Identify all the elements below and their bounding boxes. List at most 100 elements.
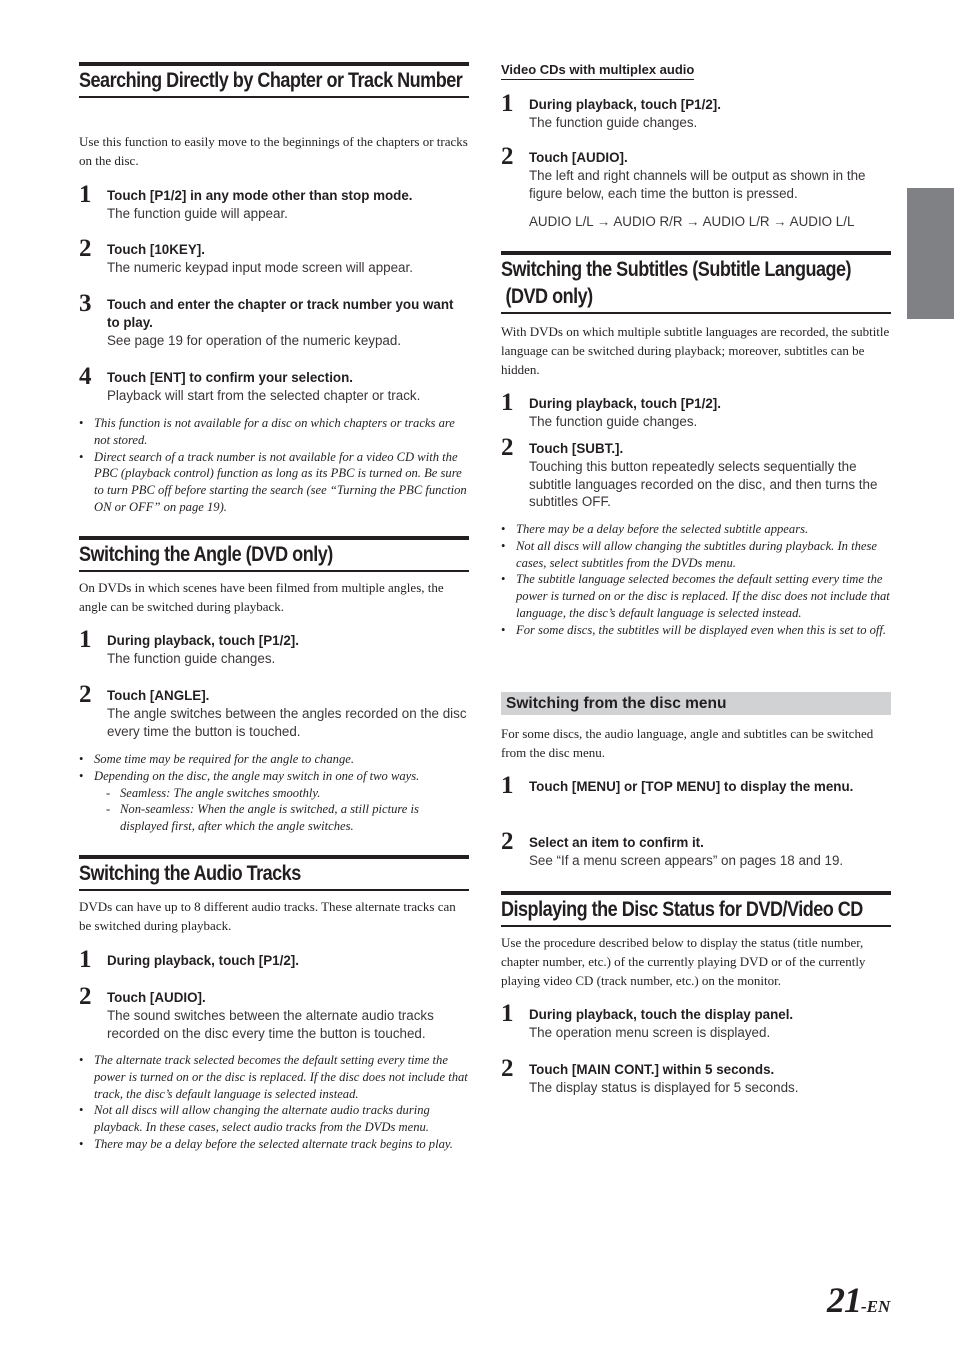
note-text: Direct search of a track number is not a… bbox=[94, 449, 467, 514]
step-description: The function guide changes. bbox=[529, 115, 698, 130]
step-item: 1 Touch [MENU] or [TOP MENU] to display … bbox=[501, 772, 891, 799]
step-number: 2 bbox=[79, 983, 92, 1010]
section-heading-disc-status: Displaying the Disc Status for DVD/Video… bbox=[501, 891, 891, 927]
note-item: • There may be a delay before the selecte… bbox=[501, 521, 891, 538]
section-intro: With DVDs on which multiple subtitle lan… bbox=[501, 324, 890, 377]
step-number: 1 bbox=[79, 626, 92, 653]
step-number: 1 bbox=[501, 90, 514, 117]
note-text: Not all discs will allow changing the su… bbox=[516, 538, 877, 570]
step-description: Playback will start from the selected ch… bbox=[107, 388, 421, 403]
section-heading-text: Switching the Subtitles (Subtitle Langua… bbox=[501, 258, 852, 281]
bullet-icon: • bbox=[79, 416, 84, 430]
note-item: • Some time may be required for the angle… bbox=[79, 751, 469, 768]
step-description: See “If a menu screen appears” on pages … bbox=[529, 853, 844, 868]
step-description: See page 19 for operation of the numeric… bbox=[107, 333, 402, 348]
step-item: 2 Touch [AUDIO]. The left and right chan… bbox=[501, 143, 891, 202]
note-item: • Not all discs will allow changing the s… bbox=[501, 538, 891, 572]
bullet-icon: • bbox=[501, 572, 506, 587]
section-intro: Use this function to easily move to the … bbox=[79, 134, 468, 168]
step-item: 1 During playback, touch [P1/2]. The fun… bbox=[79, 626, 469, 668]
step-item: 1 During playback, touch [P1/2]. bbox=[79, 946, 469, 973]
step-item: 1 During playback, touch [P1/2]. The fun… bbox=[501, 389, 891, 431]
step-number: 2 bbox=[79, 681, 92, 708]
section-heading-text: Switching the Angle (DVD only) bbox=[79, 543, 333, 566]
step-title: Touch [MENU] or [TOP MENU] to display th… bbox=[529, 779, 854, 794]
note-text: The subtitle language selected becomes t… bbox=[516, 572, 890, 620]
subheading-disc-menu: Switching from the disc menu bbox=[501, 692, 891, 715]
section-heading-text: Searching Directly by Chapter or Track N… bbox=[79, 69, 463, 92]
note-item: • The subtitle language selected becomes … bbox=[501, 571, 891, 621]
chapter-side-tab bbox=[907, 188, 954, 319]
section-intro: For some discs, the audio language, angl… bbox=[501, 726, 874, 760]
step-title: During playback, touch [P1/2]. bbox=[529, 396, 721, 411]
note-item: • The alternate track selected becomes th… bbox=[79, 1052, 469, 1102]
notes-list: • The alternate track selected becomes th… bbox=[79, 1052, 469, 1153]
step-number: 2 bbox=[501, 434, 514, 461]
step-number: 1 bbox=[79, 946, 92, 973]
step-title: Touch [SUBT.]. bbox=[529, 441, 624, 456]
bullet-icon: • bbox=[79, 1053, 84, 1067]
bullet-icon: • bbox=[501, 522, 506, 536]
note-item: • Direct search of a track number is not … bbox=[79, 449, 469, 516]
step-number: 1 bbox=[501, 1000, 514, 1027]
step-description: Touching this button repeatedly selects … bbox=[529, 459, 878, 509]
section-heading-text: Displaying the Disc Status for DVD/Video… bbox=[501, 898, 863, 921]
step-item: 2 Touch [SUBT.]. Touching this button re… bbox=[501, 434, 891, 511]
section-heading-audio: Switching the Audio Tracks bbox=[79, 855, 469, 891]
note-text: Not all discs will allow changing the al… bbox=[94, 1103, 430, 1135]
step-number: 2 bbox=[79, 235, 92, 262]
step-item: 1 During playback, touch [P1/2]. The fun… bbox=[501, 90, 891, 132]
step-number: 1 bbox=[79, 181, 92, 208]
section-heading-text: Switching the Audio Tracks bbox=[79, 862, 301, 885]
step-description: The display status is displayed for 5 se… bbox=[529, 1080, 799, 1095]
section-heading-search: Searching Directly by Chapter or Track N… bbox=[79, 62, 469, 98]
note-item: • There may be a delay before the selecte… bbox=[79, 1136, 469, 1153]
step-description: The function guide will appear. bbox=[107, 206, 288, 221]
step-number: 2 bbox=[501, 1055, 514, 1082]
section-intro: DVDs can have up to 8 different audio tr… bbox=[79, 899, 456, 933]
bullet-icon: • bbox=[79, 1136, 84, 1151]
subnote-text: Seamless: The angle switches smoothly. bbox=[120, 785, 321, 800]
step-item: 2 Touch [AUDIO]. The sound switches betw… bbox=[79, 983, 469, 1042]
step-number: 4 bbox=[79, 363, 92, 390]
note-text: This function is not available for a dis… bbox=[94, 416, 455, 447]
section-heading-text: (DVD only) bbox=[501, 285, 594, 308]
bullet-icon: • bbox=[79, 449, 84, 464]
step-title: During playback, touch the display panel… bbox=[529, 1007, 794, 1022]
step-description: The sound switches between the alternate… bbox=[107, 1008, 434, 1041]
note-text: For some discs, the subtitles will be di… bbox=[516, 622, 887, 637]
step-title: Touch [ENT] to confirm your selection. bbox=[107, 370, 353, 385]
step-item: 1 Touch [P1/2] in any mode other than st… bbox=[79, 181, 469, 223]
step-title: During playback, touch [P1/2]. bbox=[107, 953, 299, 968]
step-item: 3 Touch and enter the chapter or track n… bbox=[79, 290, 469, 350]
page-language-suffix: -EN bbox=[861, 1297, 891, 1316]
step-description: The function guide changes. bbox=[529, 414, 698, 429]
note-text: The alternate track selected becomes the… bbox=[94, 1053, 468, 1101]
bullet-icon: • bbox=[79, 1103, 84, 1118]
step-title: Touch [AUDIO]. bbox=[529, 150, 628, 165]
step-number: 3 bbox=[79, 290, 92, 317]
dash-icon: - bbox=[106, 785, 111, 800]
note-item: • Not all discs will allow changing the a… bbox=[79, 1102, 469, 1136]
step-item: 2 Select an item to confirm it. See “If … bbox=[501, 828, 891, 870]
step-number: 2 bbox=[501, 828, 514, 855]
step-number: 1 bbox=[501, 389, 514, 416]
section-heading-angle: Switching the Angle (DVD only) bbox=[79, 536, 469, 572]
step-number: 2 bbox=[501, 143, 514, 170]
subheading-video-cd: Video CDs with multiplex audio bbox=[501, 61, 695, 80]
step-title: Touch [MAIN CONT.] within 5 seconds. bbox=[529, 1062, 775, 1077]
notes-list: • This function is not available for a di… bbox=[79, 415, 469, 516]
step-title: Touch [P1/2] in any mode other than stop… bbox=[107, 188, 413, 203]
step-item: 2 Touch [MAIN CONT.] within 5 seconds. T… bbox=[501, 1055, 891, 1097]
note-text: Depending on the disc, the angle may swi… bbox=[94, 768, 420, 783]
step-description: The function guide changes. bbox=[107, 651, 276, 666]
step-title: During playback, touch [P1/2]. bbox=[529, 97, 721, 112]
step-item: 1 During playback, touch the display pan… bbox=[501, 1000, 891, 1042]
step-item: 2 Touch [ANGLE]. The angle switches betw… bbox=[79, 681, 469, 740]
note-item: • Depending on the disc, the angle may sw… bbox=[79, 768, 469, 785]
bullet-icon: • bbox=[79, 752, 84, 766]
step-title: Touch and enter the chapter or track num… bbox=[107, 297, 454, 330]
step-title: Select an item to confirm it. bbox=[529, 835, 704, 850]
section-heading-subtitles: Switching the Subtitles (Subtitle Langua… bbox=[501, 251, 891, 314]
section-intro: On DVDs in which scenes have been filmed… bbox=[79, 580, 444, 614]
